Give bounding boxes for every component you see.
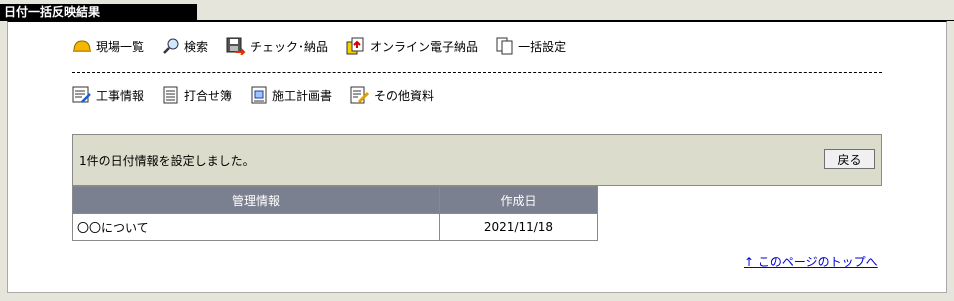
- page-top-link[interactable]: ↑ このページのトップへ: [744, 253, 878, 270]
- back-button[interactable]: 戻る: [824, 149, 875, 169]
- nav-other-docs-label: その他資料: [374, 88, 435, 103]
- magnifier-icon: [163, 38, 179, 54]
- table-row: 〇〇について 2021/11/18: [72, 213, 598, 241]
- nav-meeting-record-label: 打合せ簿: [184, 88, 233, 103]
- document-copy-icon: [496, 37, 513, 55]
- nav-search[interactable]: 検索: [162, 37, 208, 55]
- top-nav: 現場一覧 検索 チェック･納品 オンライン電子納品 一括設定: [72, 35, 584, 57]
- nav-online-delivery[interactable]: オンライン電子納品: [346, 37, 478, 55]
- column-header-created-date: 作成日: [439, 186, 598, 214]
- sub-nav: 工事情報 打合せ簿 施工計画書 その他資料: [72, 84, 452, 106]
- result-message: 1件の日付情報を設定しました。: [79, 154, 255, 168]
- nav-construction-info[interactable]: 工事情報: [72, 86, 144, 104]
- plan-book-icon: [251, 86, 267, 104]
- nav-meeting-record[interactable]: 打合せ簿: [162, 86, 232, 104]
- nav-construction-info-label: 工事情報: [96, 88, 145, 103]
- table-header-row: 管理情報 作成日: [72, 186, 598, 214]
- meeting-record-icon: [163, 86, 178, 104]
- nav-divider: [72, 72, 882, 73]
- other-docs-icon: [350, 86, 370, 104]
- result-table: 管理情報 作成日 〇〇について 2021/11/18: [72, 186, 598, 241]
- floppy-check-icon: [226, 37, 246, 55]
- nav-construction-plan[interactable]: 施工計画書: [250, 86, 332, 104]
- page-title: 日付一括反映結果: [0, 4, 197, 21]
- column-header-management-info: 管理情報: [72, 186, 440, 214]
- nav-other-docs[interactable]: その他資料: [350, 86, 434, 104]
- nav-check-delivery-label: チェック･納品: [250, 39, 329, 54]
- nav-search-label: 検索: [184, 39, 209, 54]
- nav-check-delivery[interactable]: チェック･納品: [226, 37, 328, 55]
- nav-bulk-settings[interactable]: 一括設定: [496, 37, 566, 55]
- cell-created-date: 2021/11/18: [439, 213, 598, 241]
- construction-info-icon: [72, 86, 91, 103]
- result-message-box: 1件の日付情報を設定しました。 戻る: [72, 134, 882, 186]
- nav-site-list[interactable]: 現場一覧: [72, 38, 144, 55]
- nav-site-list-label: 現場一覧: [96, 39, 145, 54]
- online-delivery-icon: [346, 37, 364, 55]
- nav-construction-plan-label: 施工計画書: [272, 88, 333, 103]
- nav-online-delivery-label: オンライン電子納品: [370, 39, 479, 54]
- cell-management-info: 〇〇について: [72, 213, 440, 241]
- nav-bulk-settings-label: 一括設定: [518, 39, 567, 54]
- main-panel: 現場一覧 検索 チェック･納品 オンライン電子納品 一括設定 工事情報 打合せ簿: [7, 21, 947, 293]
- helmet-icon: [73, 40, 91, 52]
